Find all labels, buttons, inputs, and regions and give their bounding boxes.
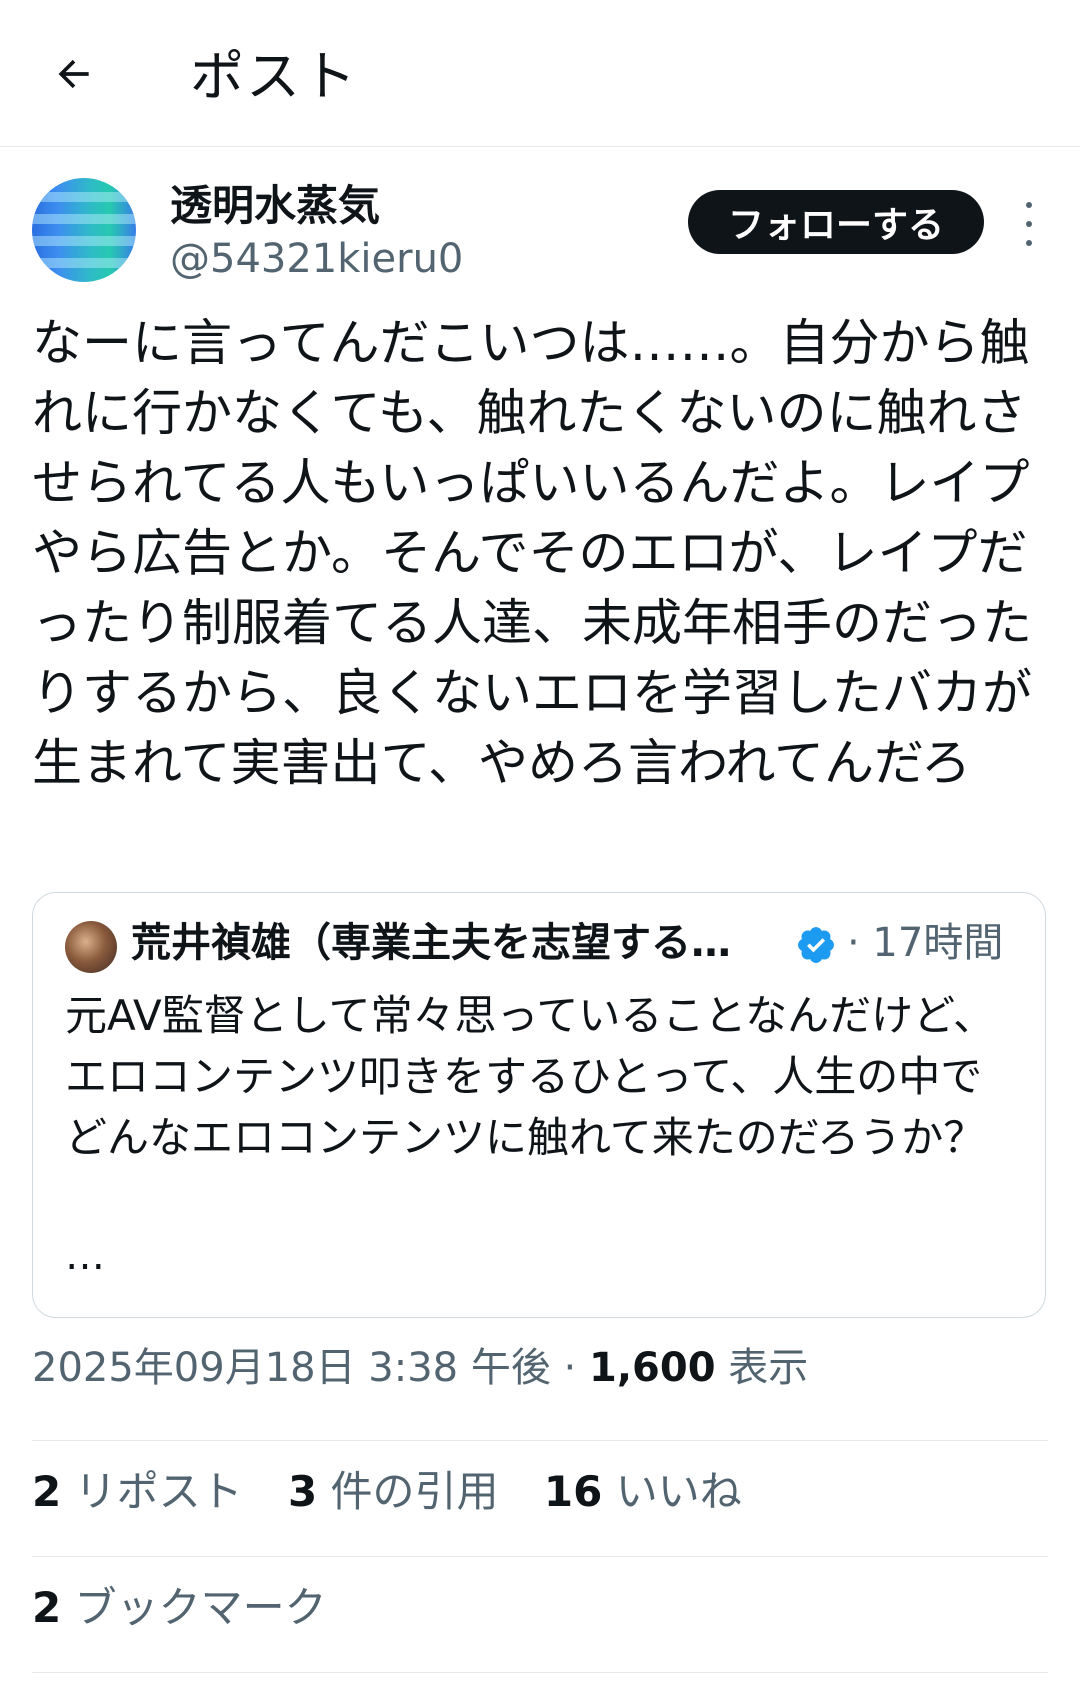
quoted-author-avatar [65, 921, 117, 973]
quotes-stat[interactable]: 3 件の引用 [288, 1462, 499, 1522]
reposts-count: 2 [32, 1467, 62, 1516]
more-dots-icon [1026, 202, 1032, 208]
bookmarks-label: ブックマーク [61, 1583, 327, 1632]
quoted-post-truncation: … [65, 1233, 105, 1279]
reposts-stat[interactable]: 2 リポスト [32, 1462, 243, 1522]
post-body-text: なーに言ってんだこいつは……。自分から触れに行かなくても、触れたくないのに触れさ… [32, 314, 1032, 792]
likes-count: 16 [543, 1467, 603, 1516]
quoted-post-time: · 17時間 [847, 920, 1004, 966]
post-author-row: 透明水蒸気 @54321kieru0 フォローする [32, 178, 1052, 288]
views-count: 1,600 [589, 1345, 716, 1391]
top-bar: ポスト [0, 0, 1080, 147]
engagement-stats: 2 リポスト 3 件の引用 16 いいね [32, 1462, 774, 1522]
views-label: 表示 [715, 1345, 809, 1391]
post-meta: 2025年09月18日 3:38 午後 · 1,600 表示 [32, 1338, 808, 1398]
quoted-post-card[interactable]: 荒井禎雄（専業主夫を志望する… · 17時間 元AV監督として常々思っていること… [32, 892, 1046, 1318]
author-display-name[interactable]: 透明水蒸気 [170, 180, 380, 232]
quotes-count: 3 [287, 1467, 318, 1516]
divider [32, 1556, 1048, 1557]
more-dots-icon-dot [1026, 221, 1032, 227]
verified-badge-icon [798, 927, 834, 963]
divider [32, 1440, 1048, 1441]
quoted-author-name: 荒井禎雄（専業主夫を志望する… [131, 920, 731, 966]
divider [32, 1672, 1048, 1673]
page-title: ポスト [190, 45, 358, 108]
more-options-button[interactable] [1014, 202, 1044, 246]
arrow-left-icon [58, 59, 89, 89]
post-timestamp[interactable]: 2025年09月18日 3:38 午後 · [32, 1345, 589, 1391]
likes-stat[interactable]: 16 いいね [544, 1462, 742, 1522]
bookmarks-count: 2 [32, 1583, 62, 1632]
bookmarks-stat[interactable]: 2 ブックマーク [32, 1578, 327, 1638]
likes-label: いいね [602, 1467, 742, 1516]
back-button[interactable] [44, 44, 104, 104]
more-dots-icon-dot [1026, 240, 1032, 246]
follow-button[interactable]: フォローする [688, 190, 984, 254]
author-handle[interactable]: @54321kieru0 [170, 234, 463, 284]
avatar[interactable] [32, 178, 136, 282]
reposts-label: リポスト [61, 1467, 243, 1516]
quoted-post-text: 元AV監督として常々思っていることなんだけど、エロコンテンツ叩きをするひとって、… [65, 991, 996, 1162]
quotes-label: 件の引用 [317, 1467, 499, 1516]
